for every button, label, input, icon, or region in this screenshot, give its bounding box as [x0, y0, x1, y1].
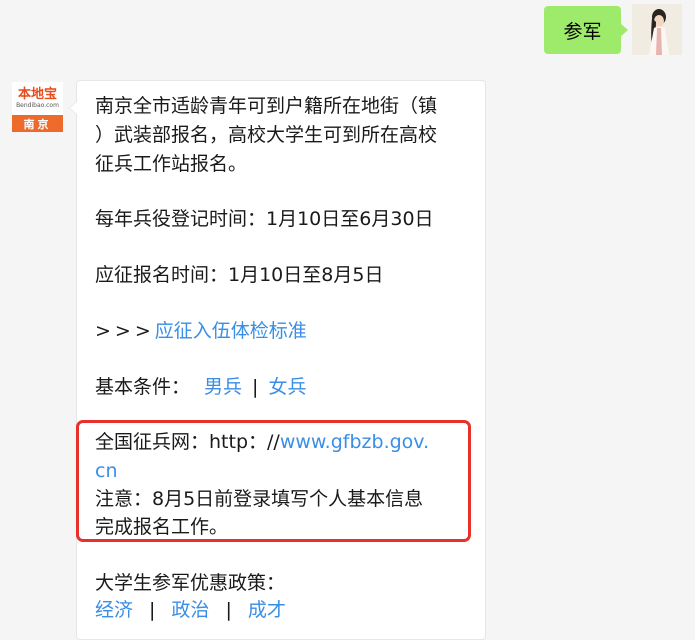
- policy-politics-link[interactable]: 政治: [171, 599, 209, 621]
- user-message-text: 参军: [563, 20, 602, 43]
- standard-prefix: >>>: [95, 320, 155, 342]
- intro-line-2: ）武装部报名，高校大学生可到所在高校: [95, 124, 438, 146]
- highlight-box: [76, 420, 471, 542]
- logo-city-text: 南京: [23, 117, 52, 131]
- registration-time: 每年兵役登记时间：1月10日至6月30日: [95, 208, 434, 230]
- bendibao-logo: 本地宝 Bendibao.com: [12, 82, 63, 115]
- separator: |: [252, 376, 259, 398]
- policy-economy-link[interactable]: 经济: [95, 599, 133, 621]
- policy-label: 大学生参军优惠政策：: [95, 572, 286, 594]
- user-avatar[interactable]: [632, 4, 682, 55]
- logo-sub-text: Bendibao.com: [16, 101, 59, 109]
- intro-line-1: 南京全市适龄青年可到户籍所在地街（镇: [95, 95, 438, 117]
- user-message-bubble[interactable]: 参军: [544, 6, 628, 54]
- policy-career-link[interactable]: 成才: [248, 599, 286, 621]
- intro-line-3: 征兵工作站报名。: [95, 153, 248, 175]
- separator: |: [225, 599, 232, 621]
- basic-conditions-row: 基本条件： 男兵 | 女兵: [95, 373, 306, 402]
- basic-conditions-label: 基本条件：: [95, 376, 191, 398]
- policy-links-row: 经济 | 政治 | 成才: [95, 596, 286, 625]
- bot-message-bubble: 南京全市适龄青年可到户籍所在地街（镇 ）武装部报名，高校大学生可到所在高校 征兵…: [69, 80, 486, 640]
- standard-row: >>>应征入伍体检标准: [95, 317, 307, 346]
- application-time: 应征报名时间：1月10日至8月5日: [95, 264, 384, 286]
- separator: |: [149, 599, 156, 621]
- logo-city-band: 南京: [12, 115, 63, 132]
- standard-link[interactable]: 应征入伍体检标准: [155, 320, 307, 342]
- female-soldier-link[interactable]: 女兵: [268, 376, 306, 398]
- male-soldier-link[interactable]: 男兵: [204, 376, 242, 398]
- logo-main-text: 本地宝: [17, 86, 57, 102]
- bot-avatar[interactable]: 本地宝 Bendibao.com 南京: [12, 82, 63, 132]
- user-avatar-image: [632, 4, 682, 55]
